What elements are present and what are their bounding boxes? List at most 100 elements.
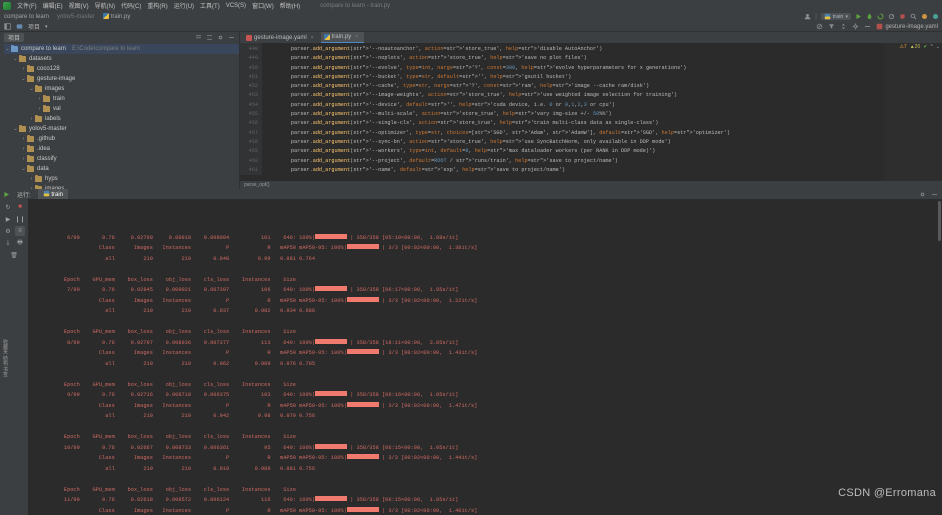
menu-item-file[interactable]: 文件(F): [17, 1, 37, 10]
menu-item-run[interactable]: 运行(U): [174, 1, 194, 10]
coverage-icon[interactable]: [877, 13, 884, 20]
menu-item-edit[interactable]: 编辑(E): [43, 1, 63, 10]
tool-strip-right-tab[interactable]: gesture-image.yaml: [876, 23, 938, 30]
project-tree[interactable]: ⌄ compare to learn E:\Code\compare to lear…: [0, 43, 239, 189]
profile-icon[interactable]: [888, 13, 895, 20]
menu-item-window[interactable]: 窗口(W): [252, 1, 274, 10]
code-line[interactable]: parser.add_argument(str">'--name', defau…: [266, 166, 942, 175]
gear-icon[interactable]: [217, 34, 224, 41]
chevron-right-icon[interactable]: ›: [36, 94, 43, 104]
warning-icon[interactable]: ⚠7: [899, 44, 906, 50]
chevron-down-icon[interactable]: ▾: [845, 14, 848, 20]
filter-icon[interactable]: [828, 23, 835, 30]
tree-node[interactable]: ⌄ images: [4, 84, 239, 94]
menu-item-navigate[interactable]: 导航(N): [95, 1, 115, 10]
soft-wrap-icon[interactable]: ≡: [15, 226, 25, 236]
run-configuration-selector[interactable]: train ▾: [820, 13, 851, 20]
chevron-right-icon[interactable]: ›: [20, 64, 27, 74]
tool-strip-view-label[interactable]: 项目: [28, 22, 40, 31]
chevron-right-icon[interactable]: ›: [28, 174, 35, 184]
search-icon[interactable]: [910, 13, 917, 20]
chevron-down-icon[interactable]: ⌄: [20, 164, 27, 174]
chevron-right-icon[interactable]: ›: [28, 114, 35, 124]
breadcrumb-project[interactable]: compare to learn: [4, 14, 49, 20]
tree-node[interactable]: ⌄ compare to learn E:\Code\compare to lear…: [4, 44, 239, 54]
chevron-down-icon[interactable]: ⌄: [20, 74, 27, 84]
chevron-right-icon[interactable]: ›: [20, 154, 27, 164]
resume-icon[interactable]: ▶: [3, 214, 13, 224]
hide-icon[interactable]: [816, 23, 823, 30]
tree-node[interactable]: › classify: [4, 154, 239, 164]
tree-node[interactable]: › val: [4, 104, 239, 114]
menu-item-tools[interactable]: 工具(T): [200, 1, 220, 10]
scroll-to-end-icon[interactable]: ⤓: [3, 238, 13, 248]
hide-panel-icon[interactable]: [228, 34, 235, 41]
code-line[interactable]: parser.add_argument(str">'--workers', ty…: [266, 147, 942, 156]
editor-inspection-widget[interactable]: ⚠7 ▲20 ✔ ^ ⌄: [899, 44, 940, 50]
update-icon[interactable]: [921, 13, 928, 20]
minimize-icon[interactable]: [864, 23, 871, 30]
minimize-icon[interactable]: [931, 191, 938, 198]
chevron-up-icon[interactable]: ^: [930, 44, 932, 50]
chevron-down-icon[interactable]: ⌄: [12, 54, 19, 64]
clear-all-icon[interactable]: 🗑: [9, 250, 19, 260]
editor-tab[interactable]: gesture-image.yaml ×: [243, 32, 320, 43]
tree-node[interactable]: › coco128: [4, 64, 239, 74]
stop-icon[interactable]: [899, 13, 906, 20]
project-panel-title[interactable]: 项目: [4, 33, 25, 42]
code-line[interactable]: parser.add_argument(str">'--optimizer', …: [266, 129, 942, 138]
stop-icon[interactable]: ■: [15, 202, 25, 212]
chevron-down-icon[interactable]: ⌄: [12, 124, 19, 134]
tree-node[interactable]: ⌄ yolov5-master: [4, 124, 239, 134]
print-icon[interactable]: 🖶: [15, 238, 25, 248]
code-line[interactable]: parser.add_argument(str">'--multi-scale'…: [266, 110, 942, 119]
editor-tabs[interactable]: gesture-image.yaml × train.py ×: [240, 32, 942, 43]
tree-node[interactable]: ⌄ data: [4, 164, 239, 174]
breadcrumb-file[interactable]: train.py: [102, 13, 130, 20]
rerun-icon[interactable]: ↻: [3, 202, 13, 212]
code-line[interactable]: parser.add_argument(str">'--noautoanchor…: [266, 45, 942, 54]
menu-item-help[interactable]: 帮助(H): [280, 1, 300, 10]
collapse-all-icon[interactable]: [195, 34, 202, 41]
code-line[interactable]: parser.add_argument(str">'--single-cls',…: [266, 119, 942, 128]
code-line[interactable]: parser.add_argument(str">'--cache', type…: [266, 82, 942, 91]
code-line[interactable]: parser.add_argument(str">'--evolve', typ…: [266, 64, 942, 73]
editor-code-area[interactable]: 448 449 450 451 452 453 454 455 456 457 458 459 460 4…: [240, 43, 942, 176]
settings-icon[interactable]: ⚙: [3, 226, 13, 236]
weak-warning-icon[interactable]: ▲20: [910, 44, 921, 50]
close-icon[interactable]: ×: [311, 35, 314, 41]
breadcrumb-folder[interactable]: yolov5-master: [57, 14, 95, 20]
code-line[interactable]: parser.add_argument(str">'--project', de…: [266, 157, 942, 166]
expand-collapse-icon[interactable]: [840, 23, 847, 30]
tree-node[interactable]: ⌄ gesture-image: [4, 74, 239, 84]
project-view-icon[interactable]: [4, 23, 11, 30]
menu-item-vcs[interactable]: VCS(S): [226, 3, 246, 9]
menu-item-refactor[interactable]: 重构(R): [147, 1, 167, 10]
gear-icon[interactable]: [919, 191, 926, 198]
menu-item-view[interactable]: 视图(V): [69, 1, 89, 10]
gear-icon[interactable]: [852, 23, 859, 30]
chevron-right-icon[interactable]: ›: [20, 134, 27, 144]
tree-node[interactable]: › hyps: [4, 174, 239, 184]
console-output[interactable]: 6/99 9.76 0.02769 0.00910 0.008094 101 6…: [28, 199, 942, 515]
sidebar-vertical-labels[interactable]: 收藏夹 结构 书签: [2, 339, 9, 377]
code-line[interactable]: parser.add_argument(str">'--sync-bn', ac…: [266, 138, 942, 147]
settings-icon[interactable]: [932, 13, 939, 20]
tree-node[interactable]: › .github: [4, 134, 239, 144]
run-icon[interactable]: [855, 13, 862, 20]
tree-node[interactable]: ⌄ datasets: [4, 54, 239, 64]
run-panel-tab-train[interactable]: train: [37, 188, 69, 200]
code-lines[interactable]: parser.add_argument(str">'--noautoanchor…: [262, 43, 942, 175]
ok-icon[interactable]: ✔: [923, 44, 927, 50]
chevron-right-icon[interactable]: ›: [20, 144, 27, 154]
editor-tab[interactable]: train.py ×: [320, 32, 365, 43]
menu-item-code[interactable]: 代码(C): [121, 1, 141, 10]
expand-all-icon[interactable]: [206, 34, 213, 41]
close-icon[interactable]: ×: [355, 34, 358, 40]
console-scrollbar[interactable]: [938, 201, 941, 241]
code-line[interactable]: parser.add_argument(str">'--image-weight…: [266, 91, 942, 100]
debug-icon[interactable]: [866, 13, 873, 20]
user-avatar-icon[interactable]: [804, 13, 811, 20]
tree-node[interactable]: › labels: [4, 114, 239, 124]
chevron-right-icon[interactable]: ›: [36, 104, 43, 114]
